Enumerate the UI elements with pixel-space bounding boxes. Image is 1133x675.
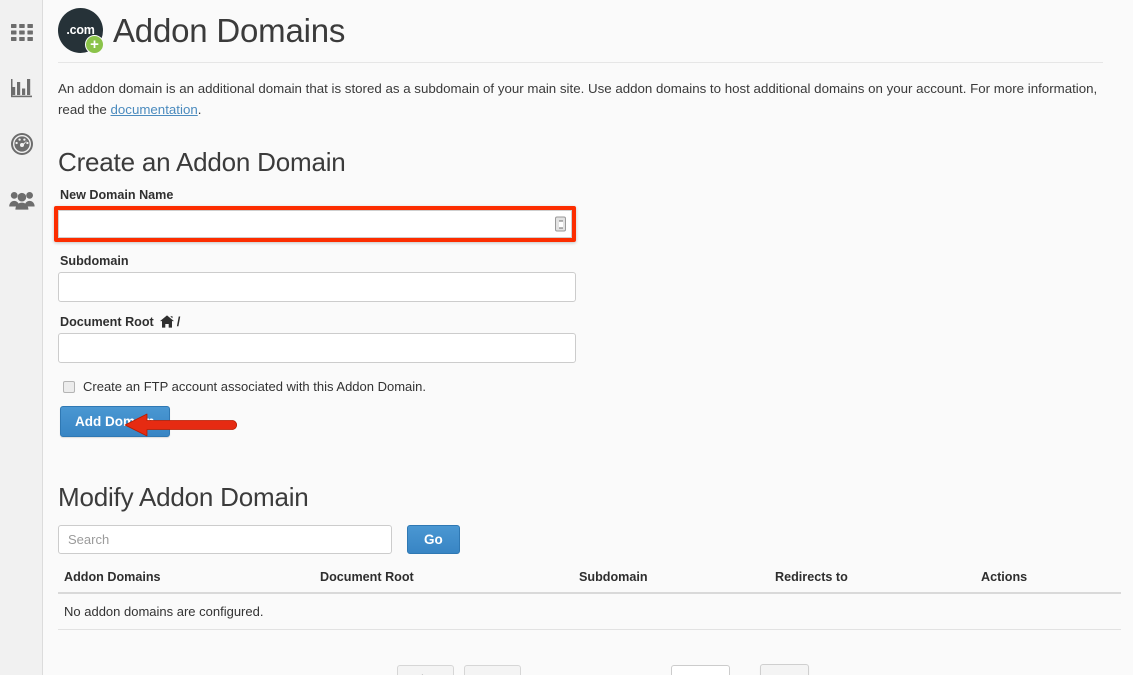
search-row: Go	[58, 525, 1103, 555]
user-manager-people-icon	[8, 190, 35, 210]
column-header-document-root[interactable]: Document Root	[320, 567, 579, 595]
sidebar-item-apps[interactable]	[0, 4, 43, 60]
intro-description: An addon domain is an additional domain …	[58, 79, 1103, 120]
main-content: .com + Addon Domains An addon domain is …	[44, 0, 1133, 675]
table-empty-row: No addon domains are configured.	[58, 593, 1121, 631]
sidebar-item-user-manager[interactable]	[0, 172, 43, 228]
dashboard-gauge-icon	[10, 132, 34, 156]
per-page-input[interactable]	[670, 664, 730, 675]
document-root-label: Document Root /	[60, 314, 1103, 329]
search-input[interactable]	[58, 525, 392, 555]
document-root-input[interactable]	[58, 333, 576, 364]
first-page-button[interactable]: First	[397, 665, 455, 675]
addon-domains-logo-icon: .com +	[58, 8, 104, 54]
intro-text-before: An addon domain is an additional domain …	[58, 81, 1098, 117]
subdomain-input[interactable]	[58, 272, 576, 303]
column-header-actions: Actions	[981, 567, 1121, 595]
subdomain-label: Subdomain	[60, 254, 129, 269]
per-page-go-button[interactable]: Go	[759, 664, 810, 675]
apps-grid-icon	[10, 23, 33, 41]
table-body: No addon domains are configured.	[58, 593, 1121, 631]
table-head: Addon Domains Document Root Subdomain Re…	[58, 567, 1121, 595]
field-subdomain: Subdomain	[58, 254, 1103, 303]
table-header-row: Addon Domains Document Root Subdomain Re…	[58, 567, 1121, 595]
new-domain-name-label: New Domain Name	[60, 188, 174, 203]
table-empty-message: No addon domains are configured.	[58, 593, 1121, 631]
field-document-root: Document Root /	[58, 314, 1103, 364]
pagination-bar: Page: First Last Per Page: Go	[58, 664, 1103, 675]
sidebar	[0, 0, 43, 675]
ftp-account-checkbox[interactable]	[63, 380, 75, 393]
page-root: .com + Addon Domains An addon domain is …	[0, 0, 1133, 675]
sidebar-item-dashboard[interactable]	[0, 116, 43, 172]
page-title: Addon Domains	[113, 11, 346, 49]
column-header-addon-domains[interactable]: Addon Domains	[58, 567, 320, 595]
sidebar-item-statistics[interactable]	[0, 60, 43, 116]
column-header-redirects-to[interactable]: Redirects to	[775, 567, 981, 595]
add-domain-button-wrap: Add Domain	[60, 406, 238, 438]
new-domain-name-highlight-box	[54, 206, 576, 243]
statistics-bar-chart-icon	[10, 78, 33, 99]
last-page-button[interactable]: Last	[464, 665, 521, 675]
form-autofill-icon[interactable]	[555, 216, 566, 232]
home-icon	[159, 315, 174, 328]
intro-text-after: .	[197, 101, 202, 117]
document-root-slash: /	[176, 314, 181, 330]
add-domain-button[interactable]: Add Domain	[60, 406, 170, 438]
column-header-subdomain[interactable]: Subdomain	[579, 567, 775, 595]
document-root-label-text: Document Root	[60, 314, 154, 329]
field-new-domain-name: New Domain Name	[54, 188, 1103, 243]
search-go-button[interactable]: Go	[407, 525, 460, 555]
ftp-account-checkbox-row[interactable]: Create an FTP account associated with th…	[63, 379, 1103, 394]
logo-plus-badge-icon: +	[85, 35, 104, 54]
modify-section-title: Modify Addon Domain	[58, 482, 309, 513]
new-domain-name-input[interactable]	[58, 210, 572, 239]
addon-domains-table: Addon Domains Document Root Subdomain Re…	[58, 567, 1121, 631]
page-header: .com + Addon Domains	[58, 0, 1103, 63]
documentation-link[interactable]: documentation	[111, 102, 198, 117]
ftp-account-checkbox-label: Create an FTP account associated with th…	[83, 379, 427, 395]
create-section-title: Create an Addon Domain	[58, 147, 346, 178]
